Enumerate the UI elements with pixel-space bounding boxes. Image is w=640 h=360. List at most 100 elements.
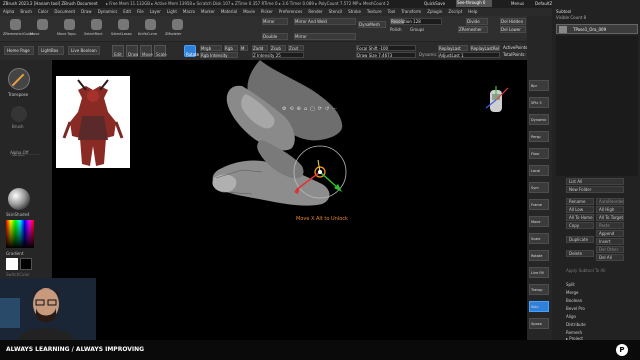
- right-shelf-button[interactable]: SPix 3: [529, 97, 549, 108]
- groups-button[interactable]: Groups: [410, 27, 424, 32]
- del-lower-button[interactable]: Del Lower: [500, 26, 526, 33]
- right-shelf-button[interactable]: Dynamic: [529, 114, 549, 125]
- menu-item[interactable]: Render: [308, 9, 322, 14]
- lightbox-button[interactable]: LightBox: [38, 46, 64, 55]
- boolean-button[interactable]: Boolean: [566, 298, 582, 303]
- menu-item[interactable]: Layer: [150, 9, 161, 14]
- menu-item[interactable]: Movie: [243, 9, 255, 14]
- right-shelf-button[interactable]: Scale: [529, 233, 549, 244]
- polish-button[interactable]: Polish: [390, 27, 402, 32]
- menu-item[interactable]: Marker: [201, 9, 215, 14]
- main-color-swatch[interactable]: [6, 258, 18, 270]
- zadd-button[interactable]: Zadd: [252, 45, 268, 51]
- menu-item[interactable]: Picker: [261, 9, 273, 14]
- menu-item[interactable]: Texture: [367, 9, 382, 14]
- new-folder-button[interactable]: New Folder: [566, 186, 624, 193]
- z-intensity-slider[interactable]: Z Intensity 25: [252, 52, 304, 58]
- navigation-cube-icon[interactable]: [482, 84, 512, 116]
- tool-button[interactable]: KnifeCurve: [138, 18, 163, 40]
- m-button[interactable]: M: [240, 45, 248, 51]
- right-shelf-button[interactable]: Move: [529, 216, 549, 227]
- split-button[interactable]: Split: [566, 282, 575, 287]
- home-page-button[interactable]: Home Page: [4, 46, 34, 55]
- live-boolean-button[interactable]: Live Boolean: [68, 46, 100, 55]
- transpose-gizmo[interactable]: [284, 136, 356, 208]
- right-shelf-button[interactable]: Bpr: [529, 80, 549, 91]
- rename-button[interactable]: Rename: [566, 198, 594, 205]
- rotate-mode-button[interactable]: Rotate: [184, 45, 199, 57]
- menu-item[interactable]: Dynamics: [98, 9, 118, 14]
- zsub-button[interactable]: Zsub: [270, 45, 286, 51]
- right-shelf-button[interactable]: Local: [529, 165, 549, 176]
- menus-button[interactable]: Menus: [511, 1, 524, 6]
- distribute-button[interactable]: Distribute: [566, 322, 586, 327]
- secondary-color-swatch[interactable]: [20, 258, 32, 270]
- tool-button[interactable]: ZModeler: [165, 18, 190, 40]
- duplicate-button[interactable]: Duplicate: [566, 236, 594, 243]
- menu-item[interactable]: Stencil: [329, 9, 343, 14]
- right-shelf-button[interactable]: Frame: [529, 199, 549, 210]
- mirror-weld-button[interactable]: Mirror And Weld: [294, 18, 356, 25]
- menu-item[interactable]: Document: [54, 9, 75, 14]
- draw-button[interactable]: Draw: [126, 45, 138, 57]
- color-picker[interactable]: [6, 220, 34, 248]
- mrgb-button[interactable]: Mrgb: [200, 45, 222, 51]
- tool-button[interactable]: Move Topo.: [57, 18, 82, 40]
- insert-button[interactable]: Insert: [596, 238, 624, 245]
- adjust-last-slider[interactable]: AdjustLast 1: [438, 52, 500, 58]
- mirror-button[interactable]: Mirror: [262, 18, 288, 25]
- right-shelf-button[interactable]: Sym: [529, 182, 549, 193]
- menu-item[interactable]: Edit: [123, 9, 131, 14]
- menu-item[interactable]: Preferences: [279, 9, 303, 14]
- zcut-button[interactable]: Zcut: [288, 45, 304, 51]
- right-shelf-button[interactable]: Persp: [529, 131, 549, 142]
- menu-item[interactable]: Zscript: [448, 9, 462, 14]
- tool-button[interactable]: Move: [30, 18, 55, 40]
- mirror2-button[interactable]: Mirror: [294, 33, 356, 40]
- delete-button[interactable]: Delete: [566, 250, 594, 257]
- tool-button[interactable]: SelectLasso: [111, 18, 136, 40]
- menu-item[interactable]: Brush: [20, 9, 32, 14]
- tool-button[interactable]: ZRemesherGuide: [3, 18, 33, 40]
- menu-item[interactable]: Color: [38, 9, 48, 14]
- menu-item[interactable]: Tool: [388, 9, 396, 14]
- divide-button[interactable]: Divide: [466, 18, 488, 25]
- right-shelf-button[interactable]: Solo: [529, 301, 549, 312]
- quicksave-button[interactable]: QuickSave: [424, 1, 445, 6]
- subtool-item[interactable]: TPose1_Ora_009: [556, 24, 638, 34]
- menu-item[interactable]: Draw: [81, 9, 91, 14]
- move-mode-button[interactable]: Move: [140, 45, 153, 57]
- focal-shift-slider[interactable]: Focal Shift -100: [356, 45, 416, 51]
- dynamic-toggle[interactable]: Dynamic: [419, 52, 437, 57]
- remesh-button[interactable]: Remesh: [566, 330, 582, 335]
- brush-icon[interactable]: [11, 106, 27, 122]
- seethrough-slider[interactable]: See-through 0: [456, 0, 492, 7]
- bevel-pro-button[interactable]: Bevel Pro: [566, 306, 585, 311]
- right-shelf-button[interactable]: Line Fill: [529, 267, 549, 278]
- align-button[interactable]: Align: [566, 314, 576, 319]
- right-shelf-button[interactable]: Floor: [529, 148, 549, 159]
- paste-button[interactable]: Paste: [596, 222, 624, 229]
- zremesher-button[interactable]: ZRemesher: [458, 26, 488, 33]
- menu-item[interactable]: Macro: [183, 9, 195, 14]
- gizmo-toolbar[interactable]: ⚙⟲⊕⌂▢⟳↺⋯: [282, 106, 340, 112]
- draw-size-slider[interactable]: Draw Size 7.4673: [356, 52, 416, 58]
- copy-button[interactable]: Copy: [566, 222, 594, 229]
- all-to-target-button[interactable]: All To Target: [596, 214, 624, 221]
- apply-subtool-button[interactable]: Apply Subtool To All: [566, 268, 605, 273]
- list-all-button[interactable]: List All: [566, 178, 624, 185]
- append-button[interactable]: Append: [596, 230, 624, 237]
- right-shelf-button[interactable]: Xpose: [529, 318, 549, 329]
- del-other-button[interactable]: Del Other: [596, 246, 624, 253]
- auto-reorder-button[interactable]: AutoReorder: [596, 198, 624, 205]
- dynamesh-button[interactable]: DynaMesh: [358, 21, 386, 28]
- replay-last-rel-button[interactable]: ReplayLastRel: [470, 45, 500, 51]
- scale-mode-button[interactable]: Scale: [154, 45, 167, 57]
- tool-button[interactable]: SelectRect: [84, 18, 109, 40]
- menu-item[interactable]: Alpha: [3, 9, 14, 14]
- all-high-button[interactable]: All High: [596, 206, 624, 213]
- del-hidden-button[interactable]: Del Hidden: [500, 18, 526, 25]
- menu-item[interactable]: Light: [167, 9, 177, 14]
- material-sphere-icon[interactable]: [8, 188, 30, 210]
- menu-item[interactable]: Zplugin: [427, 9, 442, 14]
